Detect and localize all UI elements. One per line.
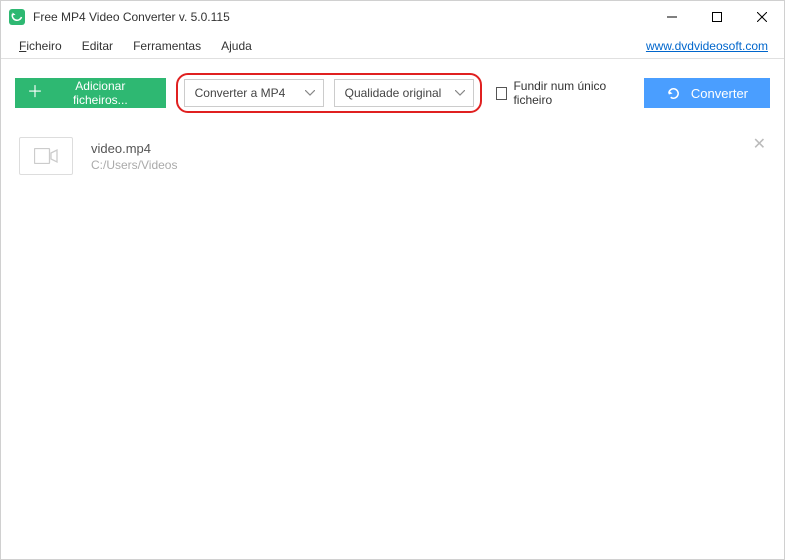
add-files-button[interactable]: ＋ Adicionar ficheiros... [15, 78, 166, 108]
menu-file[interactable]: Ficheiro [15, 35, 72, 57]
menu-help[interactable]: Ajuda [211, 35, 262, 57]
minimize-icon [667, 12, 677, 22]
highlight-annotation: Converter a MP4 Qualidade original [176, 73, 482, 113]
format-dropdown[interactable]: Converter a MP4 [184, 79, 324, 107]
add-files-label: Adicionar ficheiros... [53, 79, 148, 107]
maximize-button[interactable] [694, 1, 739, 33]
menu-edit[interactable]: Editar [72, 35, 123, 57]
window-title: Free MP4 Video Converter v. 5.0.115 [33, 10, 230, 24]
file-path: C:/Users/Videos [91, 158, 177, 172]
chevron-down-icon [455, 90, 465, 96]
close-icon [757, 12, 767, 22]
quality-dropdown[interactable]: Qualidade original [334, 79, 474, 107]
merge-checkbox-label: Fundir num único ficheiro [513, 79, 633, 107]
maximize-icon [712, 12, 722, 22]
refresh-icon [666, 86, 681, 101]
website-link[interactable]: www.dvdvideosoft.com [646, 39, 770, 53]
close-button[interactable] [739, 1, 784, 33]
plus-icon: ＋ [27, 85, 43, 101]
format-dropdown-value: Converter a MP4 [195, 86, 286, 100]
window-controls [649, 1, 784, 33]
video-thumbnail-icon [19, 137, 73, 175]
chevron-down-icon [305, 90, 315, 96]
file-info: video.mp4 C:/Users/Videos [91, 141, 177, 172]
file-row[interactable]: video.mp4 C:/Users/Videos ✕ [1, 127, 784, 185]
merge-checkbox[interactable]: Fundir num único ficheiro [496, 79, 634, 107]
checkbox-box-icon [496, 87, 508, 100]
menubar: Ficheiro Editar Ferramentas Ajuda www.dv… [1, 33, 784, 59]
menu-tools[interactable]: Ferramentas [123, 35, 211, 57]
file-list: video.mp4 C:/Users/Videos ✕ [1, 127, 784, 185]
titlebar: Free MP4 Video Converter v. 5.0.115 [1, 1, 784, 33]
app-icon [9, 9, 25, 25]
close-icon: ✕ [753, 136, 766, 153]
file-name: video.mp4 [91, 141, 177, 156]
quality-dropdown-value: Qualidade original [345, 86, 442, 100]
minimize-button[interactable] [649, 1, 694, 33]
toolbar: ＋ Adicionar ficheiros... Converter a MP4… [1, 59, 784, 127]
remove-file-button[interactable]: ✕ [753, 137, 766, 153]
convert-button[interactable]: Converter [644, 78, 770, 108]
convert-label: Converter [691, 86, 748, 101]
